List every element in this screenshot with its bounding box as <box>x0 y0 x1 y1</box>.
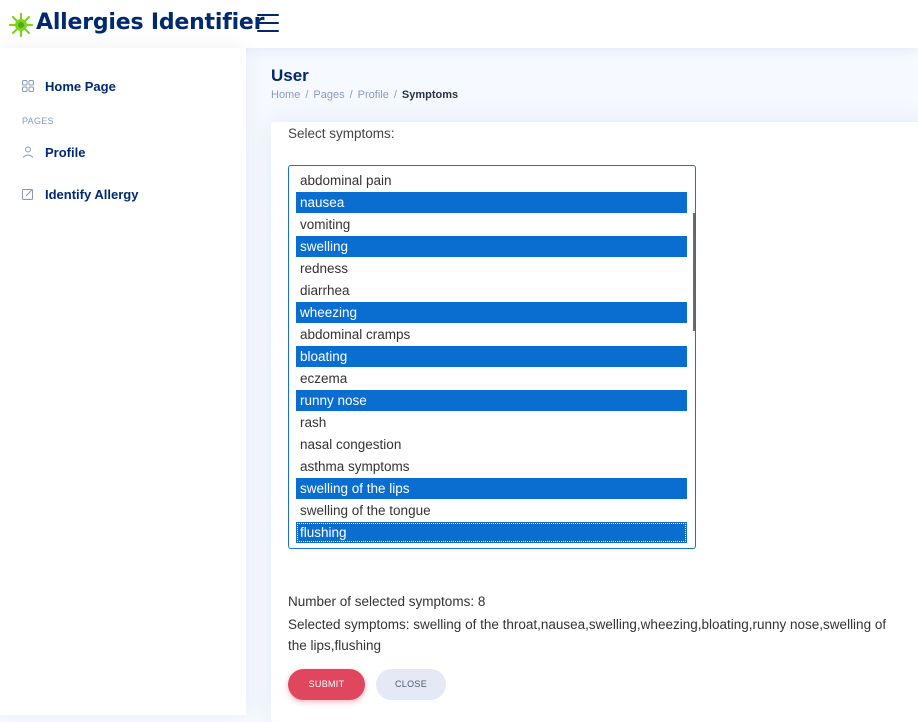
top-header: Allergies Identifier <box>0 0 918 48</box>
grid-icon <box>22 80 35 93</box>
symptom-option[interactable]: vomiting <box>296 214 687 235</box>
sidebar: Home Page PAGES Profile Identify Allergy <box>0 48 246 715</box>
selected-count-text: Number of selected symptoms: 8 <box>288 594 486 609</box>
symptom-option[interactable]: flushing <box>296 522 687 543</box>
sidebar-item-home[interactable]: Home Page <box>22 79 116 94</box>
symptom-option[interactable]: runny nose <box>296 390 687 411</box>
brand-title[interactable]: Allergies Identifier <box>36 10 265 35</box>
symptom-option[interactable]: swelling of the tongue <box>296 500 687 521</box>
symptom-option[interactable]: rash <box>296 412 687 433</box>
breadcrumb-profile[interactable]: Profile <box>358 89 389 101</box>
submit-button[interactable]: SUBMIT <box>288 669 365 700</box>
sidebar-item-label: Home Page <box>45 79 116 94</box>
page-title: User <box>271 66 309 85</box>
page-title-block: User Home / Pages / Profile / Symptoms <box>271 66 458 101</box>
symptom-option[interactable]: eczema <box>296 368 687 389</box>
breadcrumb: Home / Pages / Profile / Symptoms <box>271 89 459 101</box>
sidebar-item-label: Identify Allergy <box>45 187 139 202</box>
symptom-option[interactable]: abdominal pain <box>296 170 687 191</box>
breadcrumb-home[interactable]: Home <box>271 89 300 101</box>
symptom-option[interactable]: nausea <box>296 192 687 213</box>
breadcrumb-symptoms: Symptoms <box>401 89 459 101</box>
listbox-scrollbar[interactable] <box>693 213 695 331</box>
select-symptoms-label: Select symptoms: <box>288 126 395 141</box>
sidebar-item-identify-allergy[interactable]: Identify Allergy <box>22 187 138 202</box>
logo-icon <box>8 12 34 38</box>
symptom-option[interactable]: abdominal cramps <box>296 324 687 345</box>
person-icon <box>22 146 35 159</box>
symptom-option[interactable]: nasal congestion <box>296 434 687 455</box>
symptom-option[interactable]: asthma symptoms <box>296 456 687 477</box>
edit-icon <box>22 188 35 201</box>
symptom-option[interactable]: itchy eyes, nose, ears and mouth <box>296 544 687 548</box>
sidebar-item-label: Profile <box>45 145 86 160</box>
symptom-option[interactable]: redness <box>296 258 687 279</box>
hamburger-menu-icon[interactable] <box>257 14 279 32</box>
symptoms-multiselect[interactable]: abdominal pain nausea vomiting swelling redn… <box>288 165 696 549</box>
sidebar-heading: PAGES <box>22 116 54 126</box>
close-button[interactable]: CLOSE <box>376 669 446 700</box>
breadcrumb-pages[interactable]: Pages <box>313 89 344 101</box>
symptom-option[interactable]: bloating <box>296 346 687 367</box>
symptom-option[interactable]: swelling of the lips <box>296 478 687 499</box>
sidebar-item-profile[interactable]: Profile <box>22 145 85 160</box>
symptom-option[interactable]: wheezing <box>296 302 687 323</box>
symptom-option[interactable]: diarrhea <box>296 280 687 301</box>
symptom-option[interactable]: swelling <box>296 236 687 257</box>
selected-symptoms-text: Selected symptoms: swelling of the throa… <box>288 617 887 653</box>
